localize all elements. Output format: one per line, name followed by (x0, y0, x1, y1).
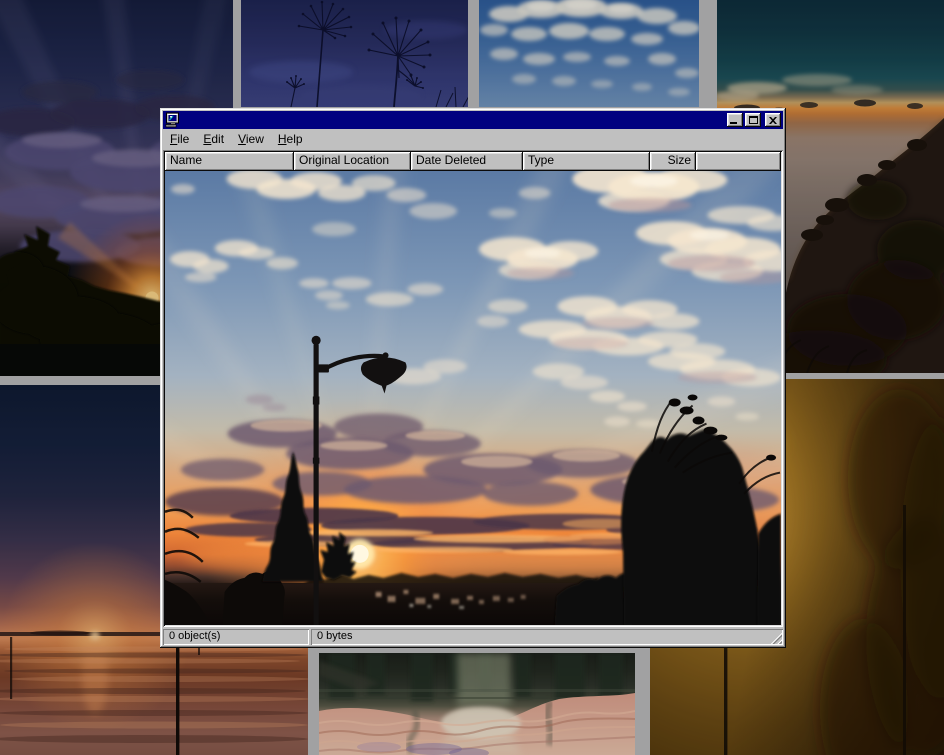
window-controls (727, 113, 781, 127)
menu-view[interactable]: View (231, 130, 271, 149)
column-header-blank (696, 152, 781, 171)
menu-bar: File Edit View Help (163, 129, 783, 150)
list-view-area[interactable] (165, 171, 781, 625)
close-icon (769, 117, 777, 124)
column-header-size[interactable]: Size (650, 152, 696, 171)
sunset-streetlamp-photo (165, 171, 781, 625)
maximize-icon (749, 116, 758, 124)
column-header-type[interactable]: Type (523, 152, 650, 171)
minimize-icon (730, 122, 737, 124)
close-button[interactable] (765, 113, 781, 127)
resize-grip[interactable] (770, 632, 782, 644)
title-bar[interactable] (163, 111, 783, 129)
screen: File Edit View Help Name Original Locati… (0, 0, 944, 755)
status-object-count: 0 object(s) (163, 629, 309, 645)
computer-window-icon[interactable] (165, 112, 181, 128)
column-header-original-location[interactable]: Original Location (294, 152, 411, 171)
column-header-date-deleted[interactable]: Date Deleted (411, 152, 523, 171)
status-total-size: 0 bytes (311, 629, 783, 645)
menu-edit[interactable]: Edit (196, 130, 231, 149)
column-header-name[interactable]: Name (165, 152, 294, 171)
column-headers: Name Original Location Date Deleted Type… (165, 152, 781, 171)
menu-help[interactable]: Help (271, 130, 310, 149)
list-view: Name Original Location Date Deleted Type… (163, 150, 783, 627)
maximize-button[interactable] (745, 113, 761, 127)
status-total-size-text: 0 bytes (317, 630, 352, 642)
recycle-bin-window: File Edit View Help Name Original Locati… (160, 108, 786, 648)
menu-file[interactable]: File (163, 130, 196, 149)
minimize-button[interactable] (727, 113, 743, 127)
status-bar: 0 object(s) 0 bytes (163, 629, 783, 645)
